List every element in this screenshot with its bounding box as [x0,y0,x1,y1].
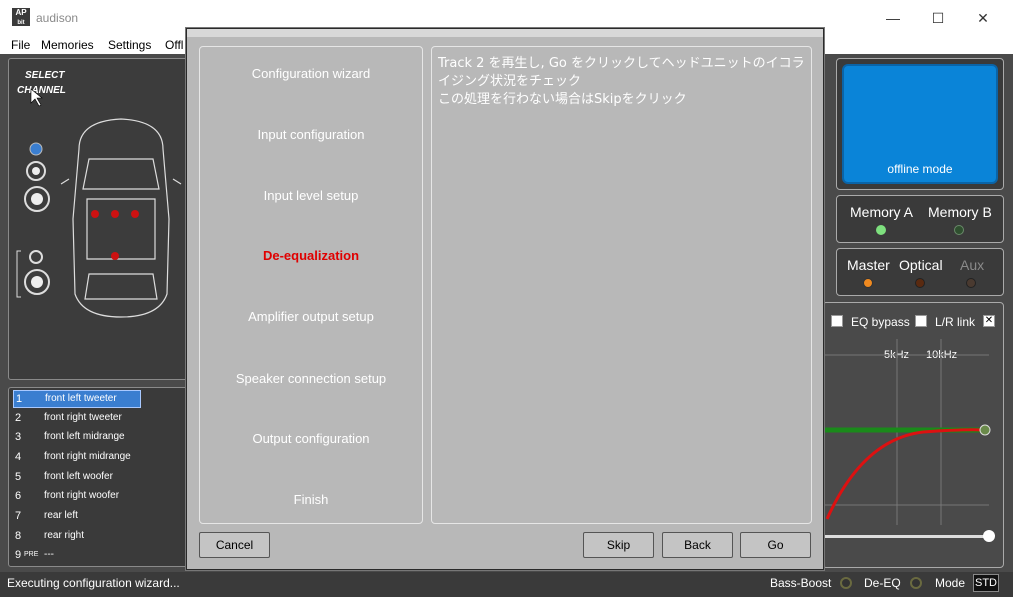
channel-row-6[interactable]: 6 front right woofer [13,488,191,506]
mouse-cursor-icon [30,88,43,107]
eq-bypass-checkbox[interactable] [831,315,843,327]
channel-row-1[interactable]: 1 front left tweeter [13,390,141,408]
menu-offline[interactable]: Offl [165,38,183,52]
close-x-icon[interactable]: ✕ [983,315,995,327]
wizard-steps-list: Configuration wizard Input configuration… [199,46,423,524]
memory-panel: Memory A Memory B [836,195,1004,243]
wizard-message-box: Track 2 を再生し, Go をクリックしてヘッドユニットのイコライジング状… [431,46,812,524]
optical-label[interactable]: Optical [899,257,943,273]
de-eq-led-icon [910,577,922,589]
step-input-level-setup: Input level setup [263,188,359,203]
channel-row-2[interactable]: 2 front right tweeter [13,410,191,428]
wizard-message: Track 2 を再生し, Go をクリックしてヘッドユニットのイコライジング状… [438,56,805,107]
master-led-icon [863,278,873,288]
menu-memories[interactable]: Memories [41,38,94,52]
status-bar: Executing configuration wizard... Bass-B… [0,572,1013,597]
channel-row-5[interactable]: 5 front left woofer [13,469,191,487]
eq-slider-knob[interactable] [983,530,995,542]
config-wizard-dialog: Configuration wizard Input configuration… [186,28,824,570]
optical-led-icon [915,278,925,288]
lr-link-checkbox[interactable] [915,315,927,327]
car-channel-panel: SELECT CHANNEL [8,58,198,380]
offline-screen: offline mode [842,64,998,184]
back-button[interactable]: Back [662,532,733,558]
step-amplifier-output-setup: Amplifier output setup [248,309,374,324]
step-finish: Finish [293,492,329,507]
mode-button[interactable]: STD [973,574,999,592]
channel-row-4[interactable]: 4 front right midrange [13,449,191,467]
memory-b-led-icon [954,225,964,235]
aux-label[interactable]: Aux [960,257,984,273]
lr-link-label: L/R link [935,315,976,329]
dialog-title-bar [187,29,823,37]
close-icon[interactable]: ✕ [960,6,1006,30]
eq-slider-track[interactable] [823,535,993,538]
channel-row-9[interactable]: 9 PRE --- [13,547,191,565]
channel-row-8[interactable]: 8 rear right [13,528,191,546]
memory-a-label[interactable]: Memory A [850,204,913,220]
maximize-icon[interactable]: ☐ [915,6,961,30]
source-panel: Master Optical Aux [836,248,1004,296]
channel-list: 1 front left tweeter 2 front right tweeter… [8,387,198,567]
car-diagram [16,88,182,318]
status-text: Executing configuration wizard... [7,576,180,590]
offline-mode-label: offline mode [887,162,953,176]
channel-row-3[interactable]: 3 front left midrange [13,429,191,447]
menu-file[interactable]: File [11,38,30,52]
skip-button[interactable]: Skip [583,532,654,558]
menu-settings[interactable]: Settings [108,38,151,52]
eq-panel: EQ bypass L/R link ✕ 5kHz 10kHz [822,302,1004,568]
cancel-button[interactable]: Cancel [199,532,270,558]
minimize-icon[interactable]: — [870,6,916,30]
step-speaker-connection-setup: Speaker connection setup [235,371,387,386]
window-title: audison [36,11,79,25]
memory-b-label[interactable]: Memory B [928,204,992,220]
memory-a-led-icon [876,225,886,235]
step-configuration-wizard: Configuration wizard [251,66,371,81]
aux-led-icon [966,278,976,288]
step-input-configuration: Input configuration [257,127,365,142]
go-button[interactable]: Go [740,532,811,558]
step-de-equalization: De-equalization [262,248,360,263]
de-eq-label: De-EQ [864,576,901,590]
display-panel: offline mode [836,58,1004,190]
app-logo-icon: AP bit [12,8,30,26]
step-output-configuration: Output configuration [252,431,370,446]
eq-curve-graph [823,339,991,525]
tweeter-icon [29,142,43,156]
mode-label: Mode [935,576,966,590]
bass-boost-led-icon [840,577,852,589]
eq-bypass-label: EQ bypass [851,315,910,329]
master-label[interactable]: Master [847,257,890,273]
bass-boost-label: Bass-Boost [770,576,832,590]
channel-row-7[interactable]: 7 rear left [13,508,191,526]
